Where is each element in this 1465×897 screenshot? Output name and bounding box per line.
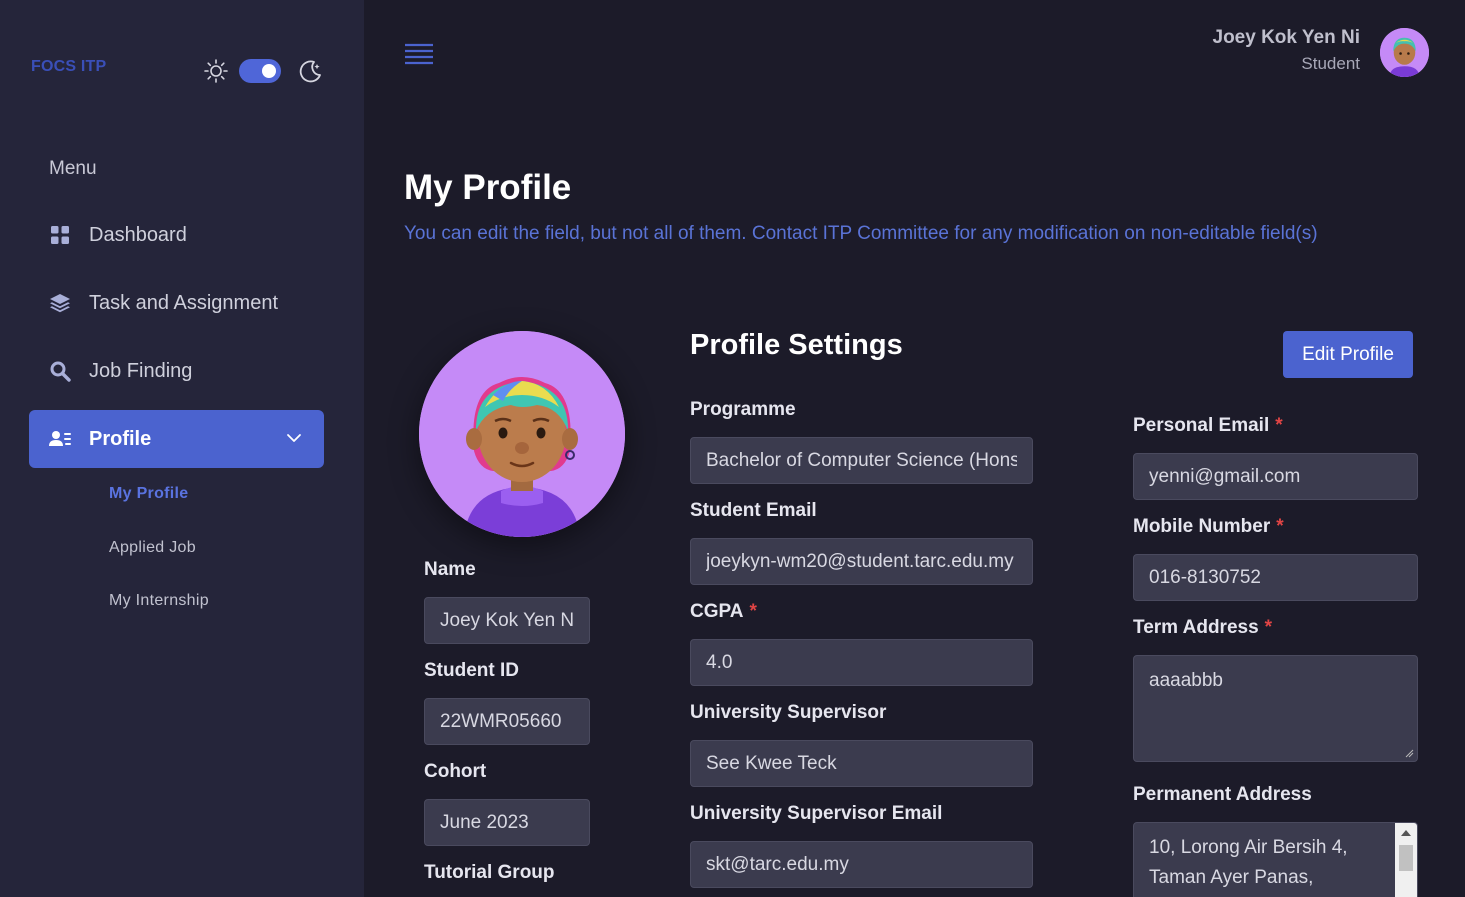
resize-grip-icon[interactable] [1404, 748, 1414, 758]
brand-logo[interactable]: FOCS ITP [31, 58, 106, 76]
cohort-label: Cohort [424, 761, 487, 782]
programme-value: Bachelor of Computer Science (Hons) [706, 449, 1017, 471]
student-id-field[interactable]: 22WMR05660 [424, 698, 590, 745]
name-value: Joey Kok Yen Ni [440, 609, 574, 631]
permanent-address-line: 10, Lorong Air Bersih 4, [1149, 837, 1348, 858]
cgpa-value: 4.0 [706, 651, 733, 673]
student-id-label: Student ID [424, 660, 519, 681]
required-mark: * [1276, 516, 1284, 537]
sidebar-item-task[interactable]: Task and Assignment [29, 274, 324, 332]
sidebar: FOCS ITP Menu Dashboard Task and Assignm… [0, 0, 364, 897]
sun-icon[interactable] [203, 58, 229, 84]
section-title: Profile Settings [690, 329, 903, 361]
supervisor-email-field[interactable]: skt@tarc.edu.my [690, 841, 1033, 888]
scrollbar[interactable] [1395, 823, 1417, 897]
permanent-address-label: Permanent Address [1133, 784, 1312, 805]
personal-email-value: yenni@gmail.com [1149, 465, 1301, 487]
personal-email-field[interactable]: yenni@gmail.com [1133, 453, 1418, 500]
hamburger-menu-icon[interactable] [405, 43, 433, 65]
user-name: Joey Kok Yen Ni [1212, 27, 1361, 48]
term-address-textarea[interactable]: aaaabbb [1133, 655, 1418, 762]
tutorial-group-label: Tutorial Group [424, 862, 555, 883]
programme-label: Programme [690, 399, 796, 420]
term-address-label-text: Term Address [1133, 617, 1259, 638]
page-title: My Profile [404, 168, 572, 207]
term-address-label: Term Address * [1133, 617, 1272, 639]
scroll-up-arrow-icon[interactable] [1401, 830, 1411, 836]
mobile-label: Mobile Number * [1133, 516, 1284, 538]
permanent-address-textarea[interactable]: 10, Lorong Air Bersih 4, Taman Ayer Pana… [1133, 822, 1418, 897]
student-id-value: 22WMR05660 [440, 710, 562, 732]
cohort-value: June 2023 [440, 811, 529, 833]
student-email-value: joeykyn-wm20@student.tarc.edu.my [706, 550, 1014, 572]
page-subtitle: You can edit the field, but not all of t… [404, 223, 1318, 244]
personal-email-label: Personal Email * [1133, 415, 1283, 437]
avatar[interactable] [1380, 28, 1429, 77]
scrollbar-thumb[interactable] [1399, 845, 1413, 871]
grid-icon [49, 224, 71, 246]
permanent-address-line: Taman Ayer Panas, [1149, 867, 1314, 888]
name-field[interactable]: Joey Kok Yen Ni [424, 597, 590, 644]
required-mark: * [1264, 617, 1273, 638]
menu-title: Menu [49, 158, 97, 179]
supervisor-email-value: skt@tarc.edu.my [706, 853, 849, 875]
supervisor-email-label: University Supervisor Email [690, 803, 943, 824]
term-address-value: aaaabbb [1149, 670, 1223, 691]
sidebar-item-label: Job Finding [89, 359, 193, 382]
chevron-down-icon [287, 434, 301, 442]
mobile-label-text: Mobile Number [1133, 516, 1271, 537]
cgpa-field[interactable]: 4.0 [690, 639, 1033, 686]
personal-email-label-text: Personal Email [1133, 415, 1270, 436]
supervisor-value: See Kwee Teck [706, 752, 837, 774]
sidebar-item-dashboard[interactable]: Dashboard [29, 206, 324, 264]
supervisor-label: University Supervisor [690, 702, 887, 723]
user-role: Student [1301, 54, 1360, 73]
sidebar-item-job-finding[interactable]: Job Finding [29, 342, 324, 400]
sidebar-subitem-my-internship[interactable]: My Internship [109, 592, 209, 610]
supervisor-field[interactable]: See Kwee Teck [690, 740, 1033, 787]
cgpa-label: CGPA * [690, 601, 757, 623]
student-email-field[interactable]: joeykyn-wm20@student.tarc.edu.my [690, 538, 1033, 585]
required-mark: * [749, 601, 757, 622]
sidebar-subitem-applied-job[interactable]: Applied Job [109, 539, 196, 557]
cohort-field[interactable]: June 2023 [424, 799, 590, 846]
sidebar-item-label: Profile [89, 427, 152, 450]
profile-avatar [419, 331, 625, 537]
toggle-knob [262, 64, 276, 78]
name-label: Name [424, 559, 476, 580]
sidebar-subitem-my-profile[interactable]: My Profile [109, 485, 188, 503]
programme-field[interactable]: Bachelor of Computer Science (Hons) [690, 437, 1033, 484]
theme-switch [203, 56, 328, 86]
mobile-value: 016-8130752 [1149, 566, 1261, 588]
theme-toggle[interactable] [239, 59, 281, 83]
sidebar-item-label: Task and Assignment [89, 291, 278, 314]
student-email-label: Student Email [690, 500, 817, 521]
mobile-field[interactable]: 016-8130752 [1133, 554, 1418, 601]
sidebar-item-label: Dashboard [89, 223, 187, 246]
user-list-icon [49, 428, 71, 450]
required-mark: * [1275, 415, 1283, 436]
cgpa-label-text: CGPA [690, 601, 744, 622]
moon-icon[interactable] [298, 58, 324, 84]
layers-icon [49, 292, 71, 314]
search-icon [49, 360, 71, 382]
sidebar-item-profile[interactable]: Profile [29, 410, 324, 468]
edit-profile-button[interactable]: Edit Profile [1283, 331, 1413, 378]
